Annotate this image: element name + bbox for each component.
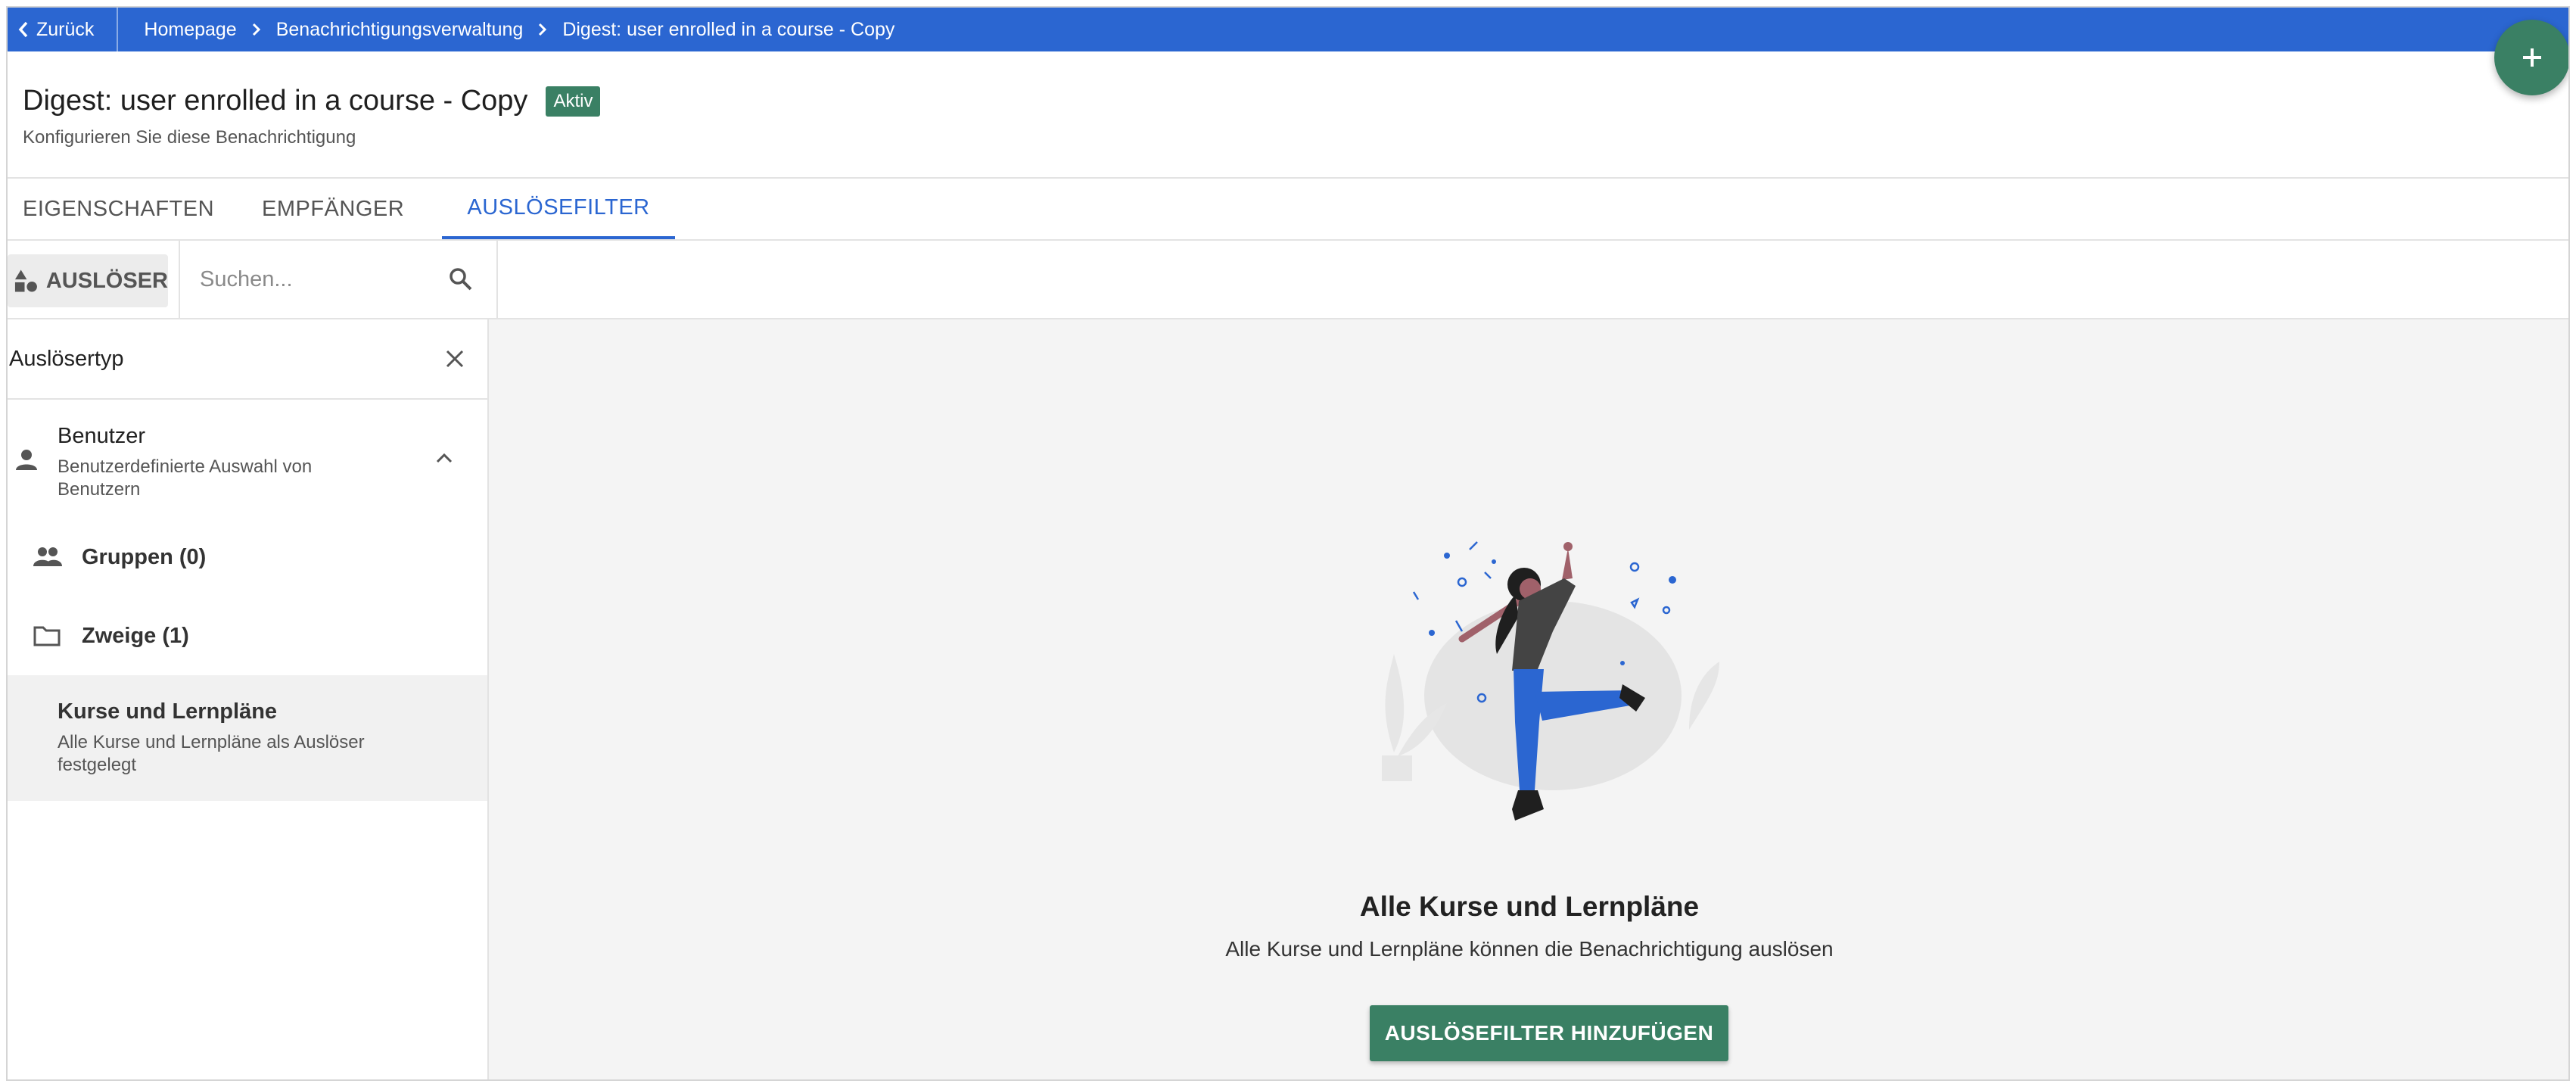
celebration-illustration — [1382, 541, 1719, 821]
shapes-icon — [14, 269, 37, 292]
sidebar-heading: Auslösertyp — [9, 346, 124, 371]
users-title: Benutzer — [58, 424, 146, 448]
sidebar-item-groups[interactable]: Gruppen (0) — [8, 518, 487, 596]
app-window: Zurück Homepage Benachrichtigungsverwalt… — [6, 6, 2570, 1081]
search-placeholder: Suchen... — [200, 266, 293, 291]
chevron-right-icon — [252, 23, 261, 36]
back-button[interactable]: Zurück — [8, 8, 119, 51]
page-header: Digest: user enrolled in a course - Copy… — [8, 51, 2568, 179]
sidebar-item-courses[interactable]: Kurse und Lernpläne Alle Kurse und Lernp… — [8, 675, 487, 801]
tab-bar: EIGENSCHAFTEN EMPFÄNGER AUSLÖSEFILTER — [8, 179, 2568, 241]
users-description: Benutzerdefinierte Auswahl von Benutzern — [58, 456, 313, 500]
breadcrumb-homepage[interactable]: Homepage — [144, 19, 236, 41]
empty-state-description: Alle Kurse und Lernpläne können die Bena… — [1225, 937, 1834, 961]
page-title: Digest: user enrolled in a course - Copy — [23, 85, 528, 117]
courses-description: Alle Kurse und Lernpläne als Auslöser fe… — [58, 732, 365, 775]
groups-label: Gruppen (0) — [82, 544, 207, 569]
search-input[interactable]: Suchen... — [179, 241, 498, 318]
chevron-up-icon[interactable] — [436, 453, 453, 463]
folder-icon — [33, 626, 61, 646]
trigger-type-button[interactable]: AUSLÖSER — [8, 254, 168, 307]
add-fab-button[interactable] — [2494, 20, 2568, 95]
filter-toolbar: AUSLÖSER Suchen... — [8, 241, 2568, 319]
add-trigger-filter-button[interactable]: AUSLÖSEFILTER HINZUFÜGEN — [1370, 1005, 1728, 1061]
status-badge: Aktiv — [546, 86, 601, 117]
search-icon[interactable] — [448, 266, 474, 292]
back-label: Zurück — [36, 18, 95, 40]
top-navigation-bar: Zurück Homepage Benachrichtigungsverwalt… — [8, 8, 2568, 51]
breadcrumb-current: Digest: user enrolled in a course - Copy — [562, 18, 895, 40]
plus-icon — [2523, 48, 2541, 67]
person-icon — [16, 450, 37, 470]
chevron-left-icon — [18, 21, 28, 38]
sidebar-header: Auslösertyp — [8, 319, 487, 400]
branches-label: Zweige (1) — [82, 623, 189, 648]
tab-trigger-filter[interactable]: AUSLÖSEFILTER — [442, 179, 675, 239]
close-icon[interactable] — [445, 349, 465, 369]
trigger-button-label: AUSLÖSER — [45, 268, 168, 293]
main-content: Alle Kurse und Lernpläne Alle Kurse und … — [489, 319, 2568, 1079]
sidebar-item-users[interactable]: Benutzer Benutzerdefinierte Auswahl von … — [8, 400, 487, 518]
chevron-right-icon — [538, 23, 547, 36]
trigger-type-sidebar: Auslösertyp Benutzer Benutzerdefinierte … — [8, 319, 489, 1079]
group-icon — [33, 547, 62, 566]
empty-state-title: Alle Kurse und Lernpläne — [1359, 891, 1700, 922]
breadcrumb-notification-management[interactable]: Benachrichtigungsverwaltung — [276, 19, 524, 41]
breadcrumb: Homepage Benachrichtigungsverwaltung Dig… — [118, 19, 894, 41]
tab-properties[interactable]: EIGENSCHAFTEN — [8, 179, 235, 239]
tab-recipients[interactable]: EMPFÄNGER — [262, 179, 442, 239]
courses-title: Kurse und Lernpläne — [58, 699, 278, 724]
sidebar-item-branches[interactable]: Zweige (1) — [8, 596, 487, 675]
page-subtitle: Konfigurieren Sie diese Benachrichtigung — [23, 127, 356, 148]
